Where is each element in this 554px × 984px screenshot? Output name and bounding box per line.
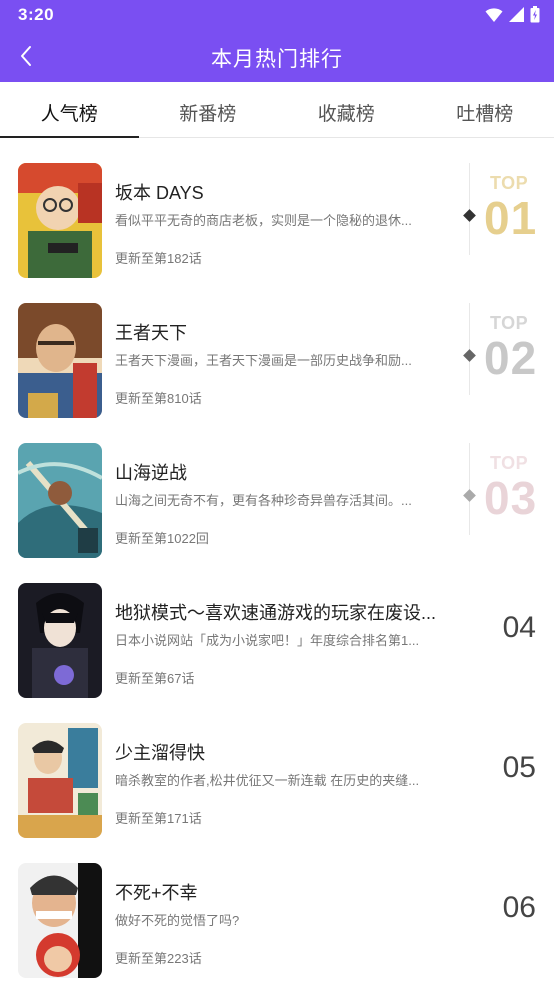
- wifi-icon: [485, 7, 503, 22]
- cellular-signal-icon: [509, 7, 524, 22]
- ranking-list: 坂本 DAYS 看似平平无奇的商店老板，实则是一个隐秘的退休... 更新至第18…: [0, 139, 554, 979]
- comic-update: 更新至第67话: [115, 671, 195, 686]
- tab-comments[interactable]: 吐槽榜: [416, 82, 554, 137]
- diamond-icon: [463, 349, 476, 362]
- comic-description: 山海之间无奇不有，更有各种珍奇异兽存活其间。...: [115, 493, 412, 508]
- list-item[interactable]: 少主溜得快 暗杀教室的作者,松井优征又一新连载 在历史的夹缝... 更新至第17…: [0, 699, 554, 839]
- tab-new[interactable]: 新番榜: [139, 82, 278, 137]
- rank-badge: TOP 01: [462, 159, 548, 259]
- comic-update: 更新至第810话: [115, 391, 202, 406]
- list-item[interactable]: 地狱模式～喜欢速通游戏的玩家在废设... 日本小说网站「成为小说家吧！」年度综合…: [0, 559, 554, 699]
- list-item[interactable]: 山海逆战 山海之间无奇不有，更有各种珍奇异兽存活其间。... 更新至第1022回…: [0, 419, 554, 559]
- tab-favorites[interactable]: 收藏榜: [277, 82, 416, 137]
- rank-badge: TOP 03: [462, 439, 548, 539]
- tab-popularity[interactable]: 人气榜: [0, 82, 139, 138]
- rank-number: 01: [484, 192, 538, 244]
- status-bar: 3:20: [0, 0, 554, 30]
- comic-description: 暗杀教室的作者,松井优征又一新连载 在历史的夹缝...: [115, 773, 420, 788]
- comic-cover: [18, 303, 102, 418]
- status-time: 3:20: [18, 5, 55, 24]
- list-item[interactable]: 王者天下 王者天下漫画，王者天下漫画是一部历史战争和励... 更新至第810话 …: [0, 279, 554, 419]
- rank-number: 06: [502, 891, 536, 924]
- comic-update: 更新至第1022回: [115, 531, 209, 546]
- ranking-tabs: 人气榜 新番榜 收藏榜 吐槽榜: [0, 82, 554, 138]
- list-item[interactable]: 坂本 DAYS 看似平平无奇的商店老板，实则是一个隐秘的退休... 更新至第18…: [0, 139, 554, 279]
- battery-icon: [530, 6, 540, 23]
- rank-number: 03: [484, 472, 538, 524]
- comic-title: 不死+不幸: [115, 883, 198, 903]
- comic-cover: [18, 723, 102, 838]
- diamond-icon: [463, 209, 476, 222]
- app-header: 本月热门排行: [0, 30, 554, 82]
- comic-cover: [18, 163, 102, 278]
- comic-title: 王者天下: [115, 323, 187, 343]
- comic-description: 做好不死的觉悟了吗?: [115, 913, 240, 928]
- comic-cover: [18, 583, 102, 698]
- comic-title: 少主溜得快: [115, 743, 205, 763]
- comic-cover: [18, 443, 102, 558]
- rank-number: 02: [484, 332, 538, 384]
- comic-title: 山海逆战: [115, 463, 187, 483]
- list-item[interactable]: 不死+不幸 做好不死的觉悟了吗? 更新至第223话 06: [0, 839, 554, 979]
- comic-update: 更新至第182话: [115, 251, 202, 266]
- comic-description: 看似平平无奇的商店老板，实则是一个隐秘的退休...: [115, 213, 412, 228]
- rank-number: 05: [502, 751, 536, 784]
- comic-update: 更新至第171话: [115, 811, 202, 826]
- comic-description: 日本小说网站「成为小说家吧！」年度综合排名第1...: [115, 633, 420, 648]
- diamond-icon: [463, 489, 476, 502]
- comic-title: 坂本 DAYS: [115, 183, 204, 203]
- comic-title: 地狱模式～喜欢速通游戏的玩家在废设...: [115, 603, 437, 623]
- rank-badge: TOP 02: [462, 299, 548, 399]
- comic-cover: [18, 863, 102, 978]
- comic-description: 王者天下漫画，王者天下漫画是一部历史战争和励...: [115, 353, 412, 368]
- status-icons: [485, 6, 540, 23]
- comic-update: 更新至第223话: [115, 951, 202, 966]
- page-title: 本月热门排行: [211, 48, 343, 71]
- rank-number: 04: [502, 611, 536, 644]
